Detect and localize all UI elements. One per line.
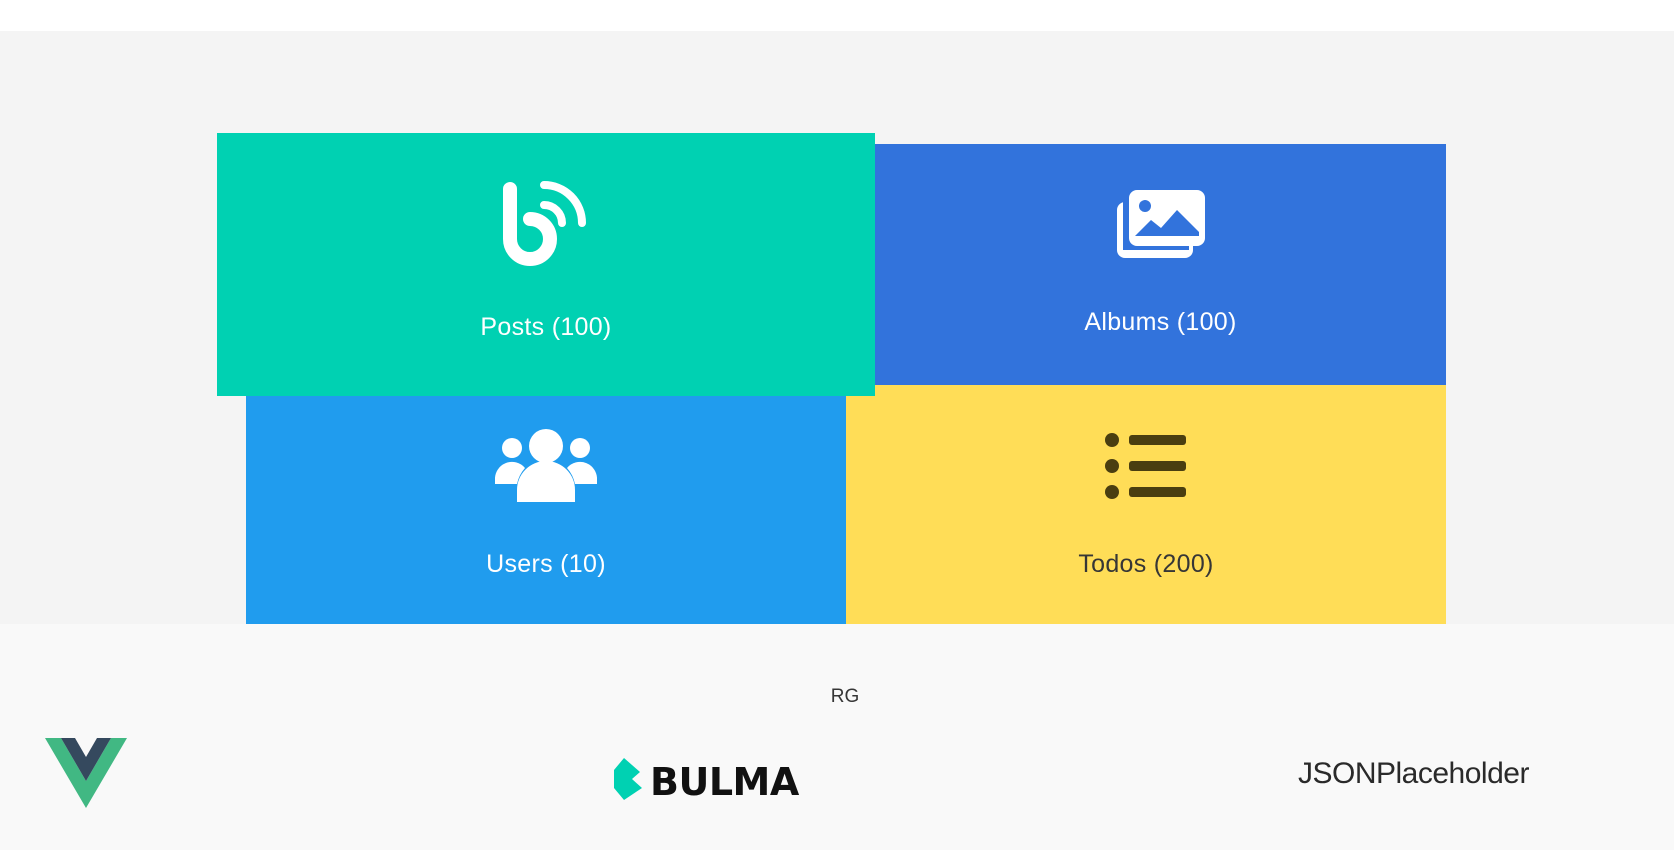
images-icon: [1115, 188, 1207, 265]
bulma-wordmark: BULMA: [650, 759, 799, 804]
list-icon: [1105, 432, 1187, 505]
users-group-icon: [494, 428, 598, 507]
users-tile[interactable]: Users (10): [246, 396, 846, 624]
posts-tile[interactable]: Posts (100): [217, 133, 875, 396]
bulma-logo[interactable]: BULMA: [614, 758, 799, 805]
posts-label: Posts (100): [480, 313, 612, 341]
bulma-mark-icon: [614, 758, 642, 805]
blog-feed-icon: [500, 175, 592, 272]
albums-label: Albums (100): [1084, 308, 1237, 336]
top-bar: [0, 0, 1674, 31]
todos-tile[interactable]: Todos (200): [846, 385, 1446, 624]
albums-tile[interactable]: Albums (100): [875, 144, 1446, 385]
vue-logo-icon[interactable]: [45, 738, 127, 813]
author-credit: RG: [830, 686, 860, 707]
todos-label: Todos (200): [1078, 550, 1214, 578]
footer: [0, 624, 1674, 850]
jsonplaceholder-logo[interactable]: JSONPlaceholder: [1298, 757, 1529, 791]
users-label: Users (10): [486, 550, 606, 578]
